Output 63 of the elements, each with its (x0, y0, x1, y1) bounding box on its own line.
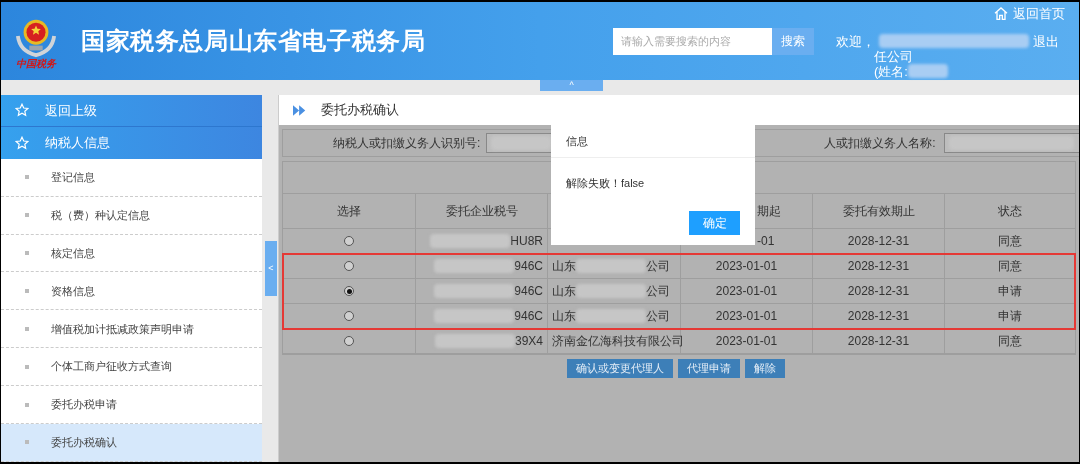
dialog-message: 解除失败！false (566, 176, 646, 191)
radio-button[interactable] (344, 261, 354, 271)
name-label: (姓名: (874, 63, 908, 79)
column-header: 选择 (337, 203, 361, 220)
star-icon (15, 135, 29, 150)
table-cell-text: 济南金亿海科技有限公司 (552, 333, 684, 350)
table-cell-text: -01 (757, 233, 775, 250)
sidebar-item[interactable]: 委托办税确认 (1, 424, 262, 462)
table-cell-text: 同意 (998, 258, 1022, 275)
table-cell-text: 同意 (998, 333, 1022, 350)
table-cell-text: 946C (514, 308, 543, 325)
field-label: 纳税人或扣缴义务人识别号: (333, 135, 481, 152)
table-cell-text: 2023-01-01 (715, 333, 778, 350)
table-cell-text: 2023-01-01 (715, 258, 778, 275)
column-header: 状态 (998, 203, 1022, 220)
company-text: 任公司 (874, 48, 914, 64)
action-button[interactable]: 解除 (745, 359, 785, 378)
dialog-title: 信息 (566, 133, 588, 149)
home-icon (993, 5, 1009, 22)
table-cell-text: 2028-12-31 (847, 308, 910, 325)
site-title: 国家税务总局山东省电子税务局 (81, 26, 426, 56)
table-row[interactable]: 946C 山东 公司 2023-01-01 2028-12-31 同意 (283, 254, 1075, 279)
page-title: 委托办税确认 (321, 101, 399, 120)
radio-button[interactable] (344, 311, 354, 321)
blurred-text (907, 64, 948, 78)
table-cell-text: 申请 (998, 283, 1022, 300)
table-cell-text: 2023-01-01 (715, 308, 778, 325)
table-cell-text: 同意 (998, 233, 1022, 250)
table-cell-text: 39X4 (514, 333, 543, 350)
field-label: 人或扣缴义务人名称: (824, 135, 936, 152)
table-cell-text: 公司 (646, 308, 670, 325)
table-cell-text: 公司 (646, 258, 670, 275)
logo-caption: 中国税务 (16, 59, 56, 69)
table-cell-text: 946C (514, 258, 543, 275)
table-cell-text: 2028-12-31 (847, 233, 910, 250)
action-button[interactable]: 代理申请 (678, 359, 740, 378)
table-row[interactable]: 39X4 济南金亿海科技有限公司 2023-01-01 2028-12-31 同意 (283, 329, 1075, 354)
radio-button[interactable] (344, 286, 354, 296)
table-cell-text: 946C (514, 283, 543, 300)
table-cell-text: 2028-12-31 (847, 333, 910, 350)
table-cell-text: 2028-12-31 (847, 258, 910, 275)
column-header: 期起 (757, 203, 781, 220)
table-cell-text: 申请 (998, 308, 1022, 325)
column-header: 委托有效期止 (842, 203, 915, 220)
action-button[interactable]: 确认或变更代理人 (567, 359, 673, 378)
table-row[interactable]: 946C 山东 公司 2023-01-01 2028-12-31 申请 (283, 304, 1075, 329)
radio-button[interactable] (344, 336, 354, 346)
double-arrow-icon (293, 104, 307, 116)
star-icon (15, 103, 29, 118)
table-cell-text: 公司 (646, 283, 670, 300)
table-row[interactable]: 946C 山东 公司 2023-01-01 2028-12-31 申请 (283, 279, 1075, 304)
table-cell-text: 山东 (552, 283, 576, 300)
blurred-text (491, 136, 552, 150)
table-cell-text: 山东 (552, 258, 576, 275)
search-field[interactable]: 请输入需要搜索的内容 (613, 27, 772, 55)
welcome-text: 欢迎， (836, 33, 875, 49)
table-cell-text: 山东 (552, 308, 576, 325)
table-cell-text: 2023-01-01 (715, 283, 778, 300)
radio-button[interactable] (344, 236, 354, 246)
table-cell-text: HU8R (510, 233, 543, 250)
table-cell-text: 2028-12-31 (847, 283, 910, 300)
column-header: 委托企业税号 (445, 203, 518, 220)
input-field[interactable] (943, 133, 1079, 153)
